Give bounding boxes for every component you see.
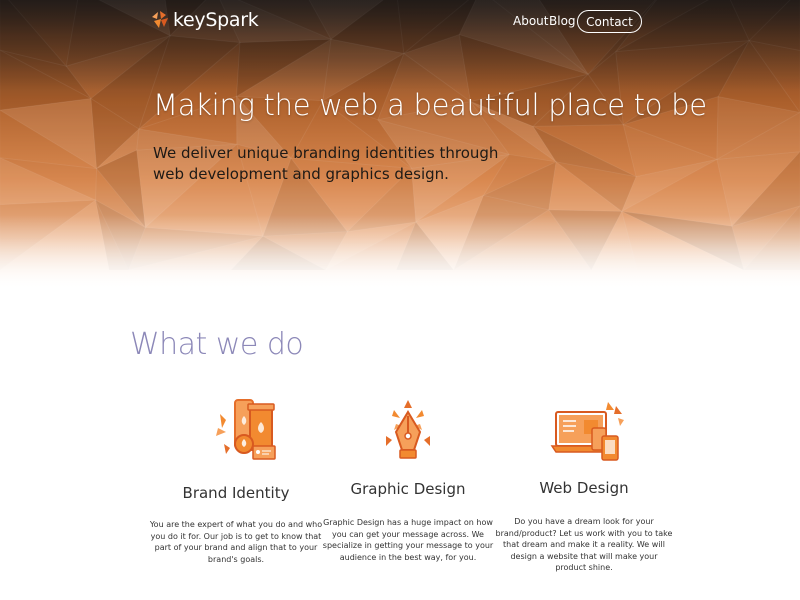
brand-name: keySpark	[173, 9, 259, 31]
service-description: You are the expert of what you do and wh…	[149, 520, 323, 564]
nav-link-about[interactable]: About	[513, 14, 548, 28]
graphic-design-icon	[386, 400, 430, 459]
hero-subtitle: We deliver unique branding identities th…	[153, 144, 499, 183]
hero-title: Making the web a beautiful place to be	[153, 88, 707, 122]
service-title: Brand Identity	[182, 484, 290, 502]
nav-link-blog[interactable]: Blog	[549, 14, 576, 28]
spark-logo-icon	[152, 11, 168, 28]
top-navigation: keySpark About Blog Contact	[0, 0, 800, 44]
service-description: Graphic Design has a huge impact on how …	[322, 518, 494, 562]
hero-banner: keySpark About Blog Contact Making the w…	[0, 0, 800, 290]
service-description: Do you have a dream look for your brand/…	[495, 517, 673, 572]
section-title: What we do	[130, 327, 304, 362]
service-title: Graphic Design	[350, 480, 466, 498]
contact-button[interactable]: Contact	[577, 10, 642, 33]
service-web-design: Web Design Do you have a dream look for …	[494, 396, 674, 574]
service-brand-identity: Brand Identity You are the expert of wha…	[146, 396, 326, 565]
brand-logo[interactable]: keySpark	[150, 9, 259, 31]
service-title: Web Design	[539, 479, 629, 497]
brand-identity-icon	[216, 399, 276, 460]
service-graphic-design: Graphic Design Graphic Design has a huge…	[318, 396, 498, 563]
web-design-icon	[550, 402, 624, 461]
